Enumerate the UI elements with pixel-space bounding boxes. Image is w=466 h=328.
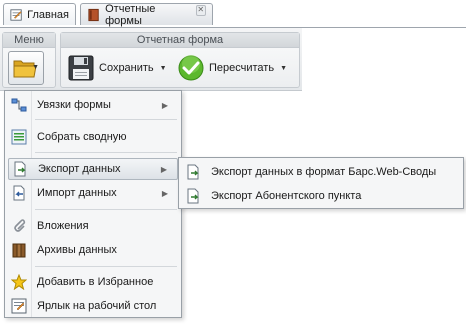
menu-item-desktop-shortcut[interactable]: Ярлык на рабочий стол: [8, 295, 178, 317]
menu-item-import-data[interactable]: Импорт данных ▶: [8, 182, 178, 204]
recalculate-button[interactable]: Пересчитать ▼: [177, 53, 287, 83]
menu-caret-icon: ▼: [32, 64, 39, 71]
export-file-icon: [187, 164, 199, 180]
export-submenu: Экспорт данных в формат Барс.Web-Своды Э…: [178, 157, 464, 209]
report-group-title: Отчетная форма: [61, 33, 299, 48]
save-label: Сохранить: [99, 62, 154, 74]
star-icon: [11, 274, 27, 290]
menu-group-title: Меню: [3, 33, 55, 48]
menu-group: Меню ▼: [2, 32, 56, 88]
archive-icon: [12, 243, 26, 258]
main-dropdown-menu: Увязки формы ▶ Собрать сводную Экспорт д…: [4, 90, 182, 318]
menu-separator: [35, 209, 177, 210]
submenu-item-export-bars-web[interactable]: Экспорт данных в формат Барс.Web-Своды: [182, 161, 462, 183]
paperclip-icon: [14, 219, 26, 232]
tab-home[interactable]: Главная: [3, 3, 76, 25]
report-form-group: Отчетная форма Сохранить ▼ Пересчитать ▼: [60, 32, 300, 88]
menu-separator: [35, 266, 177, 267]
export-file-icon: [187, 188, 199, 204]
menu-item-label: Собрать сводную: [37, 131, 127, 143]
tab-home-label: Главная: [27, 8, 69, 21]
recalculate-label: Пересчитать: [209, 62, 275, 74]
floppy-disk-icon: [68, 55, 94, 81]
menu-item-label: Импорт данных: [37, 187, 117, 199]
menu-item-collect-summary[interactable]: Собрать сводную: [8, 126, 178, 148]
submenu-arrow-icon: ▶: [161, 100, 168, 110]
menu-item-label: Добавить в Избранное: [37, 276, 154, 288]
book-icon: [88, 8, 99, 21]
submenu-item-label: Экспорт Абонентского пункта: [211, 190, 362, 202]
menu-item-label: Экспорт данных: [38, 163, 121, 175]
save-button[interactable]: Сохранить ▼: [67, 53, 167, 83]
close-tab-icon[interactable]: ✕: [195, 5, 206, 16]
menu-item-form-links[interactable]: Увязки формы ▶: [8, 94, 178, 116]
import-icon: [13, 185, 25, 201]
menu-item-label: Вложения: [37, 220, 89, 232]
collect-icon: [11, 129, 27, 145]
menu-button[interactable]: ▼: [8, 51, 44, 85]
recalculate-caret-icon: ▼: [280, 64, 288, 72]
tab-report-forms[interactable]: Отчетные формы ✕: [80, 2, 213, 27]
menu-item-add-favorites[interactable]: Добавить в Избранное: [8, 271, 178, 293]
submenu-item-export-subscriber[interactable]: Экспорт Абонентского пункта: [182, 185, 462, 207]
shortcut-icon: [11, 298, 27, 314]
menu-separator: [35, 119, 177, 120]
submenu-item-label: Экспорт данных в формат Барс.Web-Своды: [211, 166, 437, 178]
home-form-icon: [10, 8, 22, 21]
menu-item-export-data[interactable]: Экспорт данных ▶: [8, 158, 178, 180]
export-icon: [14, 161, 26, 177]
menu-separator: [35, 152, 177, 153]
submenu-arrow-icon: ▶: [161, 188, 168, 198]
menu-item-label: Ярлык на рабочий стол: [37, 300, 157, 312]
tab-report-forms-label: Отчетные формы: [105, 2, 156, 27]
menu-item-label: Архивы данных: [37, 244, 117, 256]
menu-item-data-archives[interactable]: Архивы данных: [8, 239, 178, 261]
tab-bar: Главная Отчетные формы ✕: [0, 0, 466, 28]
green-check-icon: [178, 55, 204, 81]
menu-item-label: Увязки формы: [37, 99, 111, 111]
save-caret-icon: ▼: [159, 64, 167, 72]
menu-item-attachments[interactable]: Вложения: [8, 215, 178, 237]
ribbon: Меню ▼ Отчетная форма Сохранить ▼ Пересч…: [0, 28, 302, 91]
submenu-arrow-icon: ▶: [160, 164, 167, 174]
links-icon: [11, 98, 27, 112]
